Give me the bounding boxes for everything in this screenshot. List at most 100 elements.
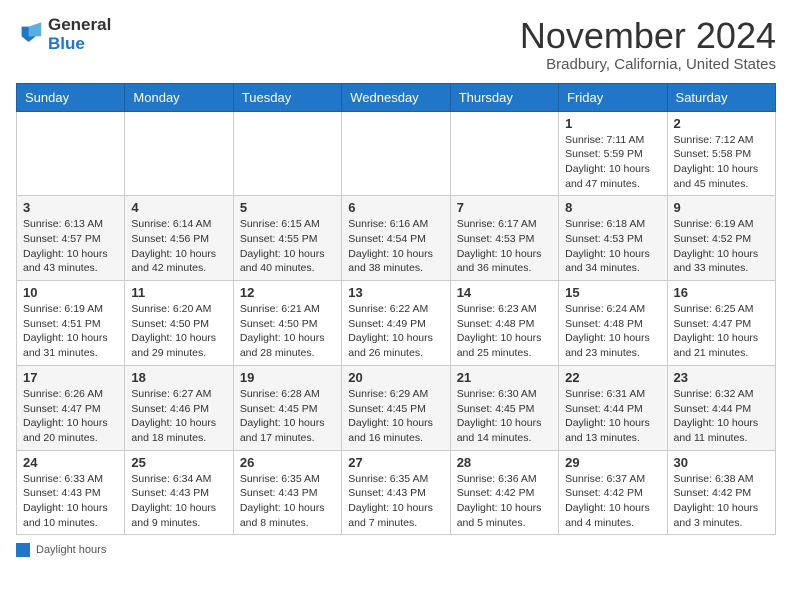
- day-info: Sunrise: 6:17 AM Sunset: 4:53 PM Dayligh…: [457, 217, 552, 276]
- day-info: Sunrise: 6:29 AM Sunset: 4:45 PM Dayligh…: [348, 387, 443, 446]
- day-info: Sunrise: 6:26 AM Sunset: 4:47 PM Dayligh…: [23, 387, 118, 446]
- day-info: Sunrise: 6:25 AM Sunset: 4:47 PM Dayligh…: [674, 302, 769, 361]
- day-info: Sunrise: 7:12 AM Sunset: 5:58 PM Dayligh…: [674, 133, 769, 192]
- calendar-week-row: 17 Sunrise: 6:26 AM Sunset: 4:47 PM Dayli…: [17, 365, 776, 450]
- calendar-cell: 28 Sunrise: 6:36 AM Sunset: 4:42 PM Dayli…: [450, 450, 558, 535]
- calendar-cell: 22 Sunrise: 6:31 AM Sunset: 4:44 PM Dayli…: [559, 365, 667, 450]
- calendar-day-header: Monday: [125, 83, 233, 111]
- calendar-cell: [17, 111, 125, 196]
- calendar-day-header: Saturday: [667, 83, 775, 111]
- day-info: Sunrise: 6:14 AM Sunset: 4:56 PM Dayligh…: [131, 217, 226, 276]
- day-info: Sunrise: 6:21 AM Sunset: 4:50 PM Dayligh…: [240, 302, 335, 361]
- legend-label: Daylight hours: [36, 544, 106, 556]
- day-number: 17: [23, 370, 118, 385]
- calendar-cell: 21Sunrise: 6:30 AM Sunset: 4:45 PM Dayli…: [450, 365, 558, 450]
- day-number: 13: [348, 285, 443, 300]
- logo-blue: Blue: [48, 34, 85, 53]
- calendar-week-row: 24 Sunrise: 6:33 AM Sunset: 4:43 PM Dayli…: [17, 450, 776, 535]
- day-number: 21: [457, 370, 552, 385]
- calendar-cell: 25 Sunrise: 6:34 AM Sunset: 4:43 PM Dayli…: [125, 450, 233, 535]
- day-info: Sunrise: 6:34 AM Sunset: 4:43 PM Dayligh…: [131, 472, 226, 531]
- day-info: Sunrise: 6:22 AM Sunset: 4:49 PM Dayligh…: [348, 302, 443, 361]
- day-info: Sunrise: 6:35 AM Sunset: 4:43 PM Dayligh…: [348, 472, 443, 531]
- day-number: 27: [348, 455, 443, 470]
- day-info: Sunrise: 6:37 AM Sunset: 4:42 PM Dayligh…: [565, 472, 660, 531]
- calendar-cell: 2 Sunrise: 7:12 AM Sunset: 5:58 PM Daylig…: [667, 111, 775, 196]
- day-number: 3: [23, 200, 118, 215]
- day-info: Sunrise: 6:16 AM Sunset: 4:54 PM Dayligh…: [348, 217, 443, 276]
- title-block: November 2024 Bradbury, California, Unit…: [520, 16, 776, 73]
- calendar-cell: 12 Sunrise: 6:21 AM Sunset: 4:50 PM Dayli…: [233, 281, 341, 366]
- calendar-cell: 4 Sunrise: 6:14 AM Sunset: 4:56 PM Daylig…: [125, 196, 233, 281]
- page-header: General Blue November 2024 Bradbury, Cal…: [16, 16, 776, 73]
- day-number: 29: [565, 455, 660, 470]
- calendar-cell: 1Sunrise: 7:11 AM Sunset: 5:59 PM Daylig…: [559, 111, 667, 196]
- logo-text: General Blue: [48, 16, 111, 53]
- day-number: 6: [348, 200, 443, 215]
- location-subtitle: Bradbury, California, United States: [520, 56, 776, 73]
- day-number: 4: [131, 200, 226, 215]
- day-number: 5: [240, 200, 335, 215]
- calendar-day-header: Wednesday: [342, 83, 450, 111]
- calendar-day-header: Tuesday: [233, 83, 341, 111]
- day-info: Sunrise: 6:19 AM Sunset: 4:51 PM Dayligh…: [23, 302, 118, 361]
- calendar-cell: 11Sunrise: 6:20 AM Sunset: 4:50 PM Dayli…: [125, 281, 233, 366]
- day-number: 22: [565, 370, 660, 385]
- day-number: 7: [457, 200, 552, 215]
- day-number: 28: [457, 455, 552, 470]
- calendar-day-header: Thursday: [450, 83, 558, 111]
- day-number: 10: [23, 285, 118, 300]
- logo: General Blue: [16, 16, 111, 53]
- day-number: 14: [457, 285, 552, 300]
- calendar-cell: 18Sunrise: 6:27 AM Sunset: 4:46 PM Dayli…: [125, 365, 233, 450]
- calendar-cell: [450, 111, 558, 196]
- calendar-cell: 17 Sunrise: 6:26 AM Sunset: 4:47 PM Dayli…: [17, 365, 125, 450]
- day-info: Sunrise: 7:11 AM Sunset: 5:59 PM Dayligh…: [565, 133, 660, 192]
- calendar-cell: 6 Sunrise: 6:16 AM Sunset: 4:54 PM Daylig…: [342, 196, 450, 281]
- day-info: Sunrise: 6:13 AM Sunset: 4:57 PM Dayligh…: [23, 217, 118, 276]
- day-number: 23: [674, 370, 769, 385]
- calendar-cell: 15Sunrise: 6:24 AM Sunset: 4:48 PM Dayli…: [559, 281, 667, 366]
- calendar-cell: 13 Sunrise: 6:22 AM Sunset: 4:49 PM Dayli…: [342, 281, 450, 366]
- month-title: November 2024: [520, 16, 776, 56]
- day-info: Sunrise: 6:32 AM Sunset: 4:44 PM Dayligh…: [674, 387, 769, 446]
- day-number: 12: [240, 285, 335, 300]
- day-number: 16: [674, 285, 769, 300]
- day-number: 26: [240, 455, 335, 470]
- calendar-cell: 3 Sunrise: 6:13 AM Sunset: 4:57 PM Daylig…: [17, 196, 125, 281]
- calendar-cell: [342, 111, 450, 196]
- calendar-cell: [233, 111, 341, 196]
- calendar-cell: 19Sunrise: 6:28 AM Sunset: 4:45 PM Dayli…: [233, 365, 341, 450]
- calendar-cell: 5Sunrise: 6:15 AM Sunset: 4:55 PM Daylig…: [233, 196, 341, 281]
- calendar-week-row: 10 Sunrise: 6:19 AM Sunset: 4:51 PM Dayli…: [17, 281, 776, 366]
- calendar-cell: 30Sunrise: 6:38 AM Sunset: 4:42 PM Dayli…: [667, 450, 775, 535]
- calendar-cell: 23 Sunrise: 6:32 AM Sunset: 4:44 PM Dayli…: [667, 365, 775, 450]
- day-info: Sunrise: 6:36 AM Sunset: 4:42 PM Dayligh…: [457, 472, 552, 531]
- calendar-table: SundayMondayTuesdayWednesdayThursdayFrid…: [16, 83, 776, 536]
- day-info: Sunrise: 6:20 AM Sunset: 4:50 PM Dayligh…: [131, 302, 226, 361]
- logo-icon: [16, 21, 44, 49]
- day-number: 18: [131, 370, 226, 385]
- day-info: Sunrise: 6:31 AM Sunset: 4:44 PM Dayligh…: [565, 387, 660, 446]
- day-number: 25: [131, 455, 226, 470]
- calendar-cell: 27 Sunrise: 6:35 AM Sunset: 4:43 PM Dayli…: [342, 450, 450, 535]
- day-number: 2: [674, 116, 769, 131]
- day-number: 20: [348, 370, 443, 385]
- calendar-cell: 16 Sunrise: 6:25 AM Sunset: 4:47 PM Dayli…: [667, 281, 775, 366]
- calendar-week-row: 1Sunrise: 7:11 AM Sunset: 5:59 PM Daylig…: [17, 111, 776, 196]
- calendar-cell: 8Sunrise: 6:18 AM Sunset: 4:53 PM Daylig…: [559, 196, 667, 281]
- calendar-week-row: 3 Sunrise: 6:13 AM Sunset: 4:57 PM Daylig…: [17, 196, 776, 281]
- calendar-cell: 29 Sunrise: 6:37 AM Sunset: 4:42 PM Dayli…: [559, 450, 667, 535]
- calendar-cell: 7 Sunrise: 6:17 AM Sunset: 4:53 PM Daylig…: [450, 196, 558, 281]
- day-number: 9: [674, 200, 769, 215]
- day-number: 24: [23, 455, 118, 470]
- calendar-cell: [125, 111, 233, 196]
- legend: Daylight hours: [16, 543, 776, 557]
- day-info: Sunrise: 6:24 AM Sunset: 4:48 PM Dayligh…: [565, 302, 660, 361]
- calendar-day-header: Friday: [559, 83, 667, 111]
- logo-general: General: [48, 15, 111, 34]
- calendar-cell: 14Sunrise: 6:23 AM Sunset: 4:48 PM Dayli…: [450, 281, 558, 366]
- day-info: Sunrise: 6:33 AM Sunset: 4:43 PM Dayligh…: [23, 472, 118, 531]
- day-info: Sunrise: 6:38 AM Sunset: 4:42 PM Dayligh…: [674, 472, 769, 531]
- day-info: Sunrise: 6:28 AM Sunset: 4:45 PM Dayligh…: [240, 387, 335, 446]
